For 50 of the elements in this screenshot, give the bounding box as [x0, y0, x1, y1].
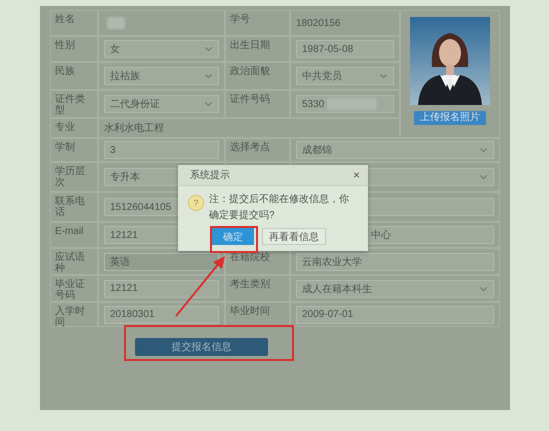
field-label: 民族: [55, 66, 75, 77]
select-field[interactable]: 成人在籍本科生: [296, 280, 494, 298]
dialog-button[interactable]: 再看看信息: [262, 228, 326, 245]
input-field[interactable]: 20180301: [104, 306, 219, 324]
field-value: 水利水电工程: [104, 122, 164, 135]
input-field[interactable]: 2009-07-01: [296, 306, 494, 324]
question-icon: ?: [188, 195, 204, 211]
field-label: 学制: [55, 142, 75, 153]
select-field[interactable]: 二代身份证: [104, 95, 219, 113]
input-field[interactable]: 英语: [104, 252, 219, 270]
field-label: 入学时间: [55, 306, 85, 328]
field-label: 证件号码: [230, 94, 270, 105]
field-label: 姓名: [55, 14, 75, 25]
field-label: 毕业证号码: [55, 279, 85, 301]
field-label: 学号: [230, 14, 250, 25]
field-label: 性别: [55, 40, 75, 51]
field-label: 出生日期: [230, 40, 270, 51]
input-field[interactable]: 3: [104, 141, 219, 159]
input-field[interactable]: 1987-05-08: [296, 40, 394, 58]
caret-icon: [380, 74, 387, 78]
select-field[interactable]: 成都锦: [296, 141, 494, 159]
annotation-arrow: [175, 256, 225, 317]
select-field[interactable]: 中共党员: [296, 67, 394, 85]
field-label: 证件类型: [55, 94, 85, 116]
select-field[interactable]: 女: [104, 40, 219, 58]
field-label: 政治面貌: [230, 66, 270, 77]
field-label: 选择考点: [230, 142, 270, 153]
field-label: 学历层次: [55, 166, 85, 188]
upload-photo-button[interactable]: 上传报名照片: [414, 111, 486, 125]
submit-button[interactable]: 提交报名信息: [135, 338, 268, 356]
field-label: 专业: [55, 122, 75, 133]
input-field[interactable]: 云南农业大学: [296, 252, 494, 270]
field-value: 18020156: [296, 18, 340, 28]
input-field[interactable]: 12121: [104, 280, 219, 298]
caret-icon: [480, 175, 487, 179]
select-field[interactable]: 拉祜族: [104, 67, 219, 85]
caret-icon: [205, 102, 212, 106]
field-label: 联系电话: [55, 196, 85, 218]
input-field[interactable]: 5330: [296, 95, 394, 113]
caret-icon: [205, 74, 212, 78]
field-label: E-mail: [55, 226, 84, 237]
field-label: 应试语种: [55, 252, 85, 274]
field-label: 考生类别: [230, 279, 270, 290]
field-label: 毕业时间: [230, 306, 270, 317]
caret-icon: [480, 148, 487, 152]
highlight-frame: [210, 226, 258, 253]
dialog-button[interactable]: 确定: [212, 228, 254, 245]
caret-icon: [480, 286, 487, 290]
close-button[interactable]: ×: [352, 168, 360, 182]
caret-icon: [205, 47, 212, 51]
